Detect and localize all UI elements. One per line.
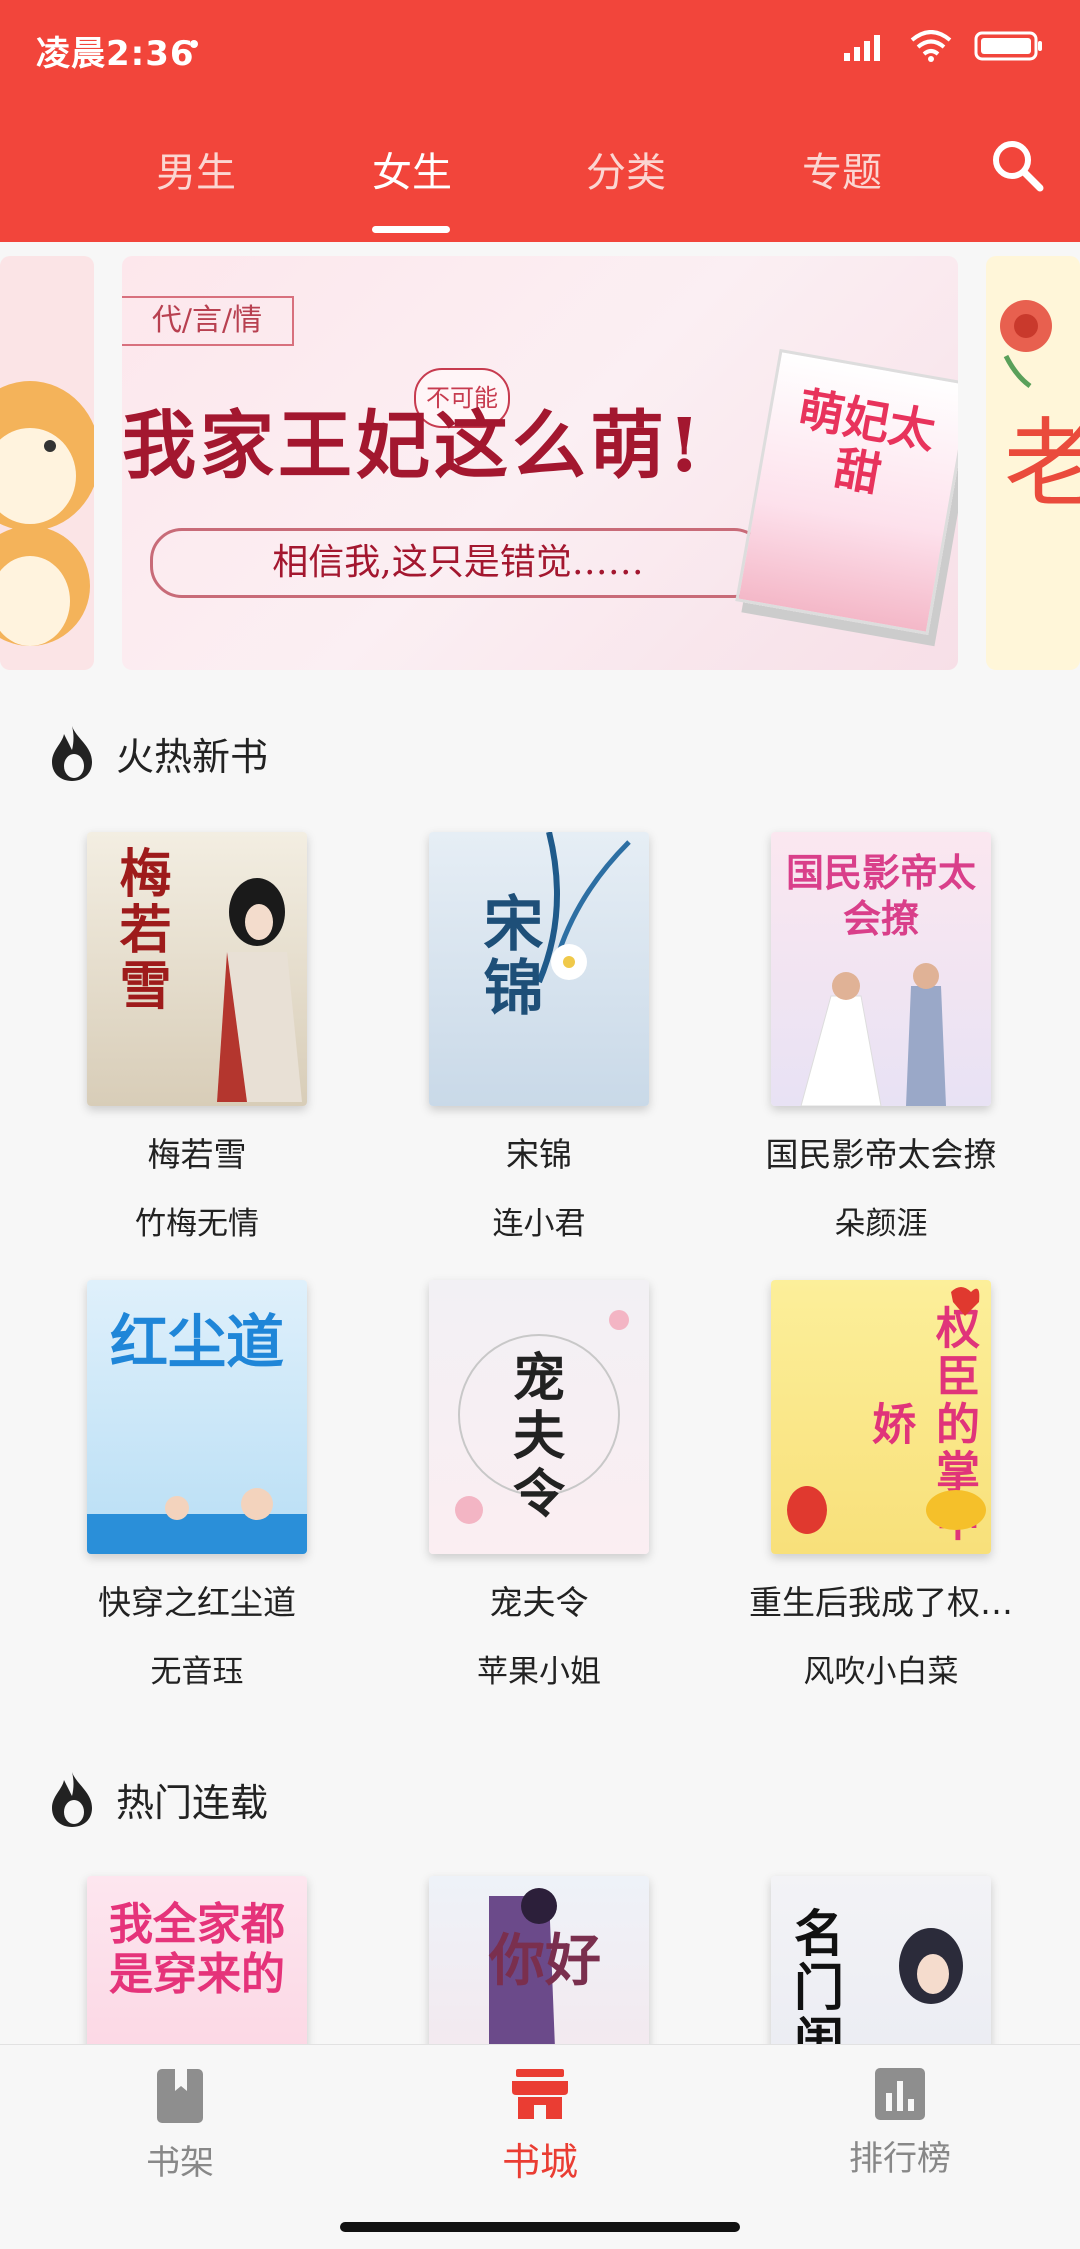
book-title: 重生后我成了权… bbox=[749, 1583, 1013, 1622]
banner-next-slide[interactable]: 老 bbox=[986, 256, 1080, 670]
section-title: 热门连载 bbox=[116, 1780, 269, 1825]
chibi-characters-icon bbox=[87, 1488, 307, 1554]
nav-bookstore[interactable]: 书城 bbox=[440, 2067, 640, 2186]
book-author: 竹梅无情 bbox=[135, 1206, 259, 1242]
cover-title: 红尘道 bbox=[109, 1308, 284, 1376]
book-title: 梅若雪 bbox=[147, 1135, 247, 1174]
flame-icon bbox=[52, 1772, 92, 1827]
signal-icon bbox=[844, 35, 880, 61]
banner-book-cover: 萌妃太甜 bbox=[735, 348, 958, 636]
bookshelf-icon bbox=[157, 2069, 203, 2123]
search-icon[interactable] bbox=[990, 138, 1046, 194]
nav-label: 书城 bbox=[501, 2140, 578, 2184]
banner-subtitle: 相信我,这只是错觉…… bbox=[150, 528, 766, 598]
cover-title: 梅若雪 bbox=[110, 846, 171, 1014]
fruit-decoration-icon bbox=[787, 1287, 986, 1534]
nav-label: 排行榜 bbox=[849, 2139, 951, 2179]
cover-title: 国民影帝太会撩 bbox=[785, 850, 976, 941]
home-indicator[interactable] bbox=[340, 2222, 740, 2232]
book-card[interactable]: 红尘道 快穿之红尘道 无音珏 bbox=[27, 1280, 367, 1691]
banner-next-peek-text: 老 bbox=[1004, 408, 1080, 520]
book-card[interactable]: 权臣的掌中娇 重生后我成了权… 风吹小白菜 bbox=[711, 1280, 1051, 1691]
book-title: 宋锦 bbox=[506, 1135, 572, 1174]
app-header: 凌晨2:36 男生 女生 分类 专题 bbox=[0, 0, 1080, 242]
nav-bookshelf[interactable]: 书架 bbox=[80, 2067, 280, 2184]
status-time: 凌晨2:36 bbox=[36, 34, 195, 74]
girl-illustration-icon bbox=[217, 878, 302, 1102]
category-tabs: 男生 女生 分类 专题 bbox=[0, 120, 1080, 233]
banner-prev-slide[interactable] bbox=[0, 256, 94, 670]
book-card[interactable]: 宠夫令 宠夫令 苹果小姐 bbox=[369, 1280, 709, 1691]
flame-icon bbox=[52, 726, 92, 781]
book-title: 快穿之红尘道 bbox=[98, 1583, 296, 1622]
banner-tag: 代/言/情 bbox=[122, 296, 294, 346]
book-cover: 宋锦 bbox=[429, 832, 649, 1106]
book-cover: 权臣的掌中娇 bbox=[771, 1280, 991, 1554]
banner-main-slide[interactable]: 代/言/情 不可能 我家王妃这么萌! 相信我,这只是错觉…… 萌妃太甜 bbox=[122, 256, 958, 670]
couple-illustration-icon bbox=[800, 963, 946, 1106]
cover-title: 宠夫令 bbox=[512, 1348, 565, 1525]
notification-dot-icon bbox=[190, 40, 198, 48]
active-tab-indicator bbox=[372, 226, 450, 233]
section-title: 火热新书 bbox=[116, 734, 269, 779]
book-author: 连小君 bbox=[492, 1206, 586, 1242]
ranking-icon bbox=[875, 2068, 925, 2120]
cover-title: 宋锦 bbox=[473, 892, 543, 1020]
nav-label: 书架 bbox=[146, 2143, 214, 2183]
banner-title: 我家王妃这么萌! bbox=[122, 403, 705, 489]
book-card[interactable]: 国民影帝太会撩 国民影帝太会撩 朵颜涯 bbox=[711, 832, 1051, 1243]
book-title: 宠夫令 bbox=[489, 1583, 589, 1622]
section-header-hot-new: 火热新书 bbox=[50, 724, 268, 782]
battery-icon bbox=[974, 31, 1042, 61]
book-cover: 国民影帝太会撩 bbox=[771, 832, 991, 1106]
book-cover: 宠夫令 bbox=[429, 1280, 649, 1554]
book-card[interactable]: 宋锦 宋锦 连小君 bbox=[369, 832, 709, 1243]
cover-title: 你好 bbox=[489, 1928, 601, 1994]
status-icons bbox=[844, 30, 1044, 62]
bottom-navigation: 书架 书城 排行榜 bbox=[0, 2044, 1080, 2249]
book-cover: 梅若雪 bbox=[87, 832, 307, 1106]
wifi-icon bbox=[910, 30, 952, 62]
book-author: 苹果小姐 bbox=[477, 1654, 601, 1690]
tab-female[interactable]: 女生 bbox=[372, 140, 452, 198]
book-title: 国民影帝太会撩 bbox=[765, 1135, 997, 1174]
book-card[interactable]: 梅若雪 梅若雪 竹梅无情 bbox=[27, 832, 367, 1243]
book-author: 朵颜涯 bbox=[834, 1206, 928, 1242]
cover-title: 我全家都是穿来的 bbox=[109, 1899, 285, 2000]
book-author: 风吹小白菜 bbox=[803, 1654, 959, 1690]
banner-carousel[interactable]: 代/言/情 不可能 我家王妃这么萌! 相信我,这只是错觉…… 萌妃太甜 老 bbox=[0, 256, 1080, 670]
book-author: 无音珏 bbox=[150, 1654, 244, 1690]
store-icon bbox=[512, 2069, 568, 2119]
tab-category[interactable]: 分类 bbox=[586, 140, 666, 198]
tab-topic[interactable]: 专题 bbox=[802, 140, 882, 198]
nav-ranking[interactable]: 排行榜 bbox=[800, 2067, 1000, 2180]
tab-male[interactable]: 男生 bbox=[156, 140, 236, 198]
section-header-hot-serial: 热门连载 bbox=[50, 1770, 268, 1828]
shiba-dog-icon bbox=[0, 381, 94, 646]
book-cover: 红尘道 bbox=[87, 1280, 307, 1554]
flower-icon bbox=[1000, 300, 1052, 389]
banner-book-title: 萌妃太甜 bbox=[794, 381, 940, 502]
